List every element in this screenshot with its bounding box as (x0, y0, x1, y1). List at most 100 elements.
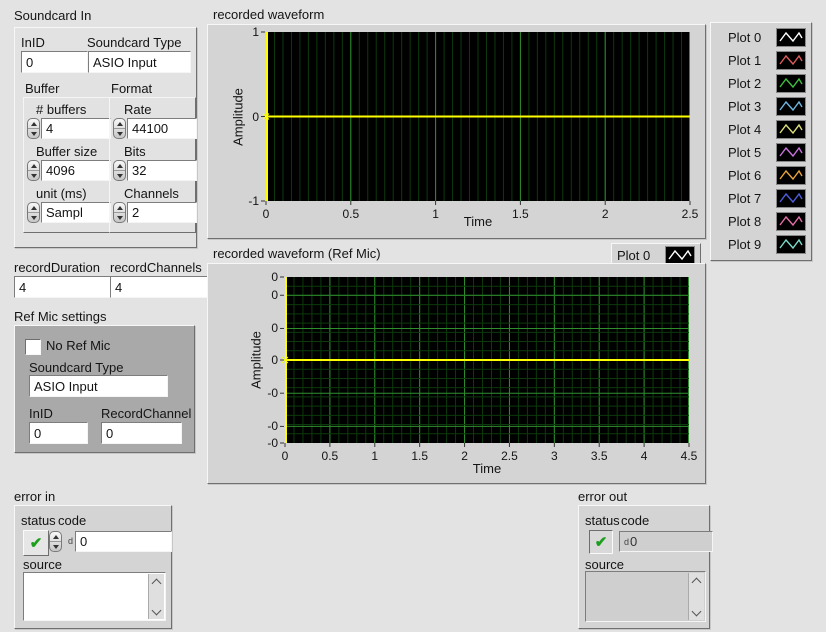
legend-item-label: Plot 4 (728, 122, 770, 137)
decrement-button[interactable] (114, 129, 125, 138)
scrollbar[interactable] (688, 573, 704, 620)
rate-spinner[interactable] (113, 118, 126, 139)
legend-item[interactable]: Plot 6 (711, 164, 811, 187)
buffer-size-input[interactable]: 4096 (41, 160, 111, 181)
legend-item[interactable]: Plot 0 (711, 26, 811, 49)
soundcard-type-input[interactable]: ASIO Input (88, 51, 191, 73)
error-in-source-input[interactable] (23, 572, 166, 621)
error-in-source-label: source (23, 557, 62, 572)
recorded-waveform-ref-mic-graph: Amplitude Time 00.511.522.533.544.50000-… (207, 263, 706, 484)
waveform-icon (776, 28, 806, 47)
x-tick-label: 3.5 (591, 449, 608, 463)
decrement-button[interactable] (50, 542, 61, 551)
legend-item[interactable]: Plot 1 (711, 49, 811, 72)
error-out-status-checkmark: ✔ (589, 530, 613, 554)
checkmark-icon: ✔ (595, 533, 608, 551)
graph2-plot-area (285, 277, 689, 443)
increment-button[interactable] (28, 203, 39, 213)
x-tick-label: 1 (371, 449, 378, 463)
error-in-title: error in (14, 489, 55, 504)
soundcard-in-cluster: InID 0 Soundcard Type ASIO Input Buffer … (14, 27, 197, 248)
y-tick-label: 0 (271, 353, 278, 367)
waveform-icon (776, 166, 806, 185)
increment-button[interactable] (28, 119, 39, 129)
x-tick-label: 2.5 (682, 207, 699, 221)
error-in-code-label: code (58, 513, 86, 528)
error-in-code-input[interactable]: 0 (75, 531, 172, 552)
legend-item-label: Plot 7 (728, 191, 770, 206)
waveform-icon (665, 246, 695, 265)
buffer-size-spinner[interactable] (27, 160, 40, 181)
x-tick-label: 1 (432, 207, 439, 221)
scroll-up-button[interactable] (689, 573, 704, 587)
legend-item-label: Plot 3 (728, 99, 770, 114)
no-ref-mic-label: No Ref Mic (46, 338, 110, 353)
unit-ms-input[interactable]: Sampl (41, 202, 111, 223)
waveform-icon (776, 120, 806, 139)
error-in-status-checkmark[interactable]: ✔ (23, 530, 49, 556)
rate-input[interactable]: 44100 (127, 118, 197, 139)
unit-ms-value: Sampl (46, 205, 83, 220)
increment-button[interactable] (114, 203, 125, 213)
ref-soundcard-type-input[interactable]: ASIO Input (29, 375, 168, 397)
legend-item[interactable]: Plot 8 (711, 210, 811, 233)
increment-button[interactable] (28, 161, 39, 171)
y-tick-label: -0 (267, 436, 278, 450)
decrement-button[interactable] (28, 129, 39, 138)
error-out-cluster: status ✔ code d 0 source (578, 505, 710, 629)
scroll-down-button[interactable] (689, 606, 704, 620)
x-tick-label: 1.5 (411, 449, 428, 463)
legend-item[interactable]: Plot 3 (711, 95, 811, 118)
record-channels-input[interactable]: 4 (110, 276, 210, 298)
legend-item[interactable]: Plot 9 (711, 233, 811, 256)
error-in-status-label: status (21, 513, 56, 528)
no-ref-mic-checkbox[interactable] (25, 339, 41, 355)
increment-button[interactable] (114, 161, 125, 171)
scrollbar[interactable] (148, 574, 164, 619)
graph2-xlabel: Time (473, 461, 501, 476)
num-buffers-value: 4 (46, 121, 53, 136)
channels-value: 2 (132, 205, 139, 220)
increment-button[interactable] (50, 532, 61, 542)
legend-item[interactable]: Plot 2 (711, 72, 811, 95)
legend-item[interactable]: Plot 4 (711, 118, 811, 141)
x-tick-label: 0 (282, 449, 289, 463)
recorded-waveform-graph: Amplitude Time 00.511.522.510-1 (207, 24, 706, 239)
format-title: Format (111, 81, 152, 96)
waveform-icon (776, 51, 806, 70)
bits-input[interactable]: 32 (127, 160, 197, 181)
error-in-code-spinner[interactable] (49, 531, 62, 552)
x-tick-label: 0.5 (322, 449, 339, 463)
decrement-button[interactable] (114, 171, 125, 180)
unit-ms-spinner[interactable] (27, 202, 40, 223)
record-channels-label: recordChannels (110, 260, 202, 275)
bits-label: Bits (124, 144, 146, 159)
legend-item[interactable]: Plot 7 (711, 187, 811, 210)
channels-spinner[interactable] (113, 202, 126, 223)
ref-soundcard-type-value: ASIO Input (34, 379, 98, 394)
graph2-title: recorded waveform (Ref Mic) (213, 246, 381, 261)
record-duration-input[interactable]: 4 (14, 276, 116, 298)
increment-button[interactable] (114, 119, 125, 129)
x-tick-label: 3 (551, 449, 558, 463)
legend-item-label: Plot 9 (728, 237, 770, 252)
graph1-ylabel: Amplitude (231, 88, 246, 146)
decrement-button[interactable] (28, 213, 39, 222)
num-buffers-spinner[interactable] (27, 118, 40, 139)
legend-item-label: Plot 2 (728, 76, 770, 91)
error-out-code-indicator: d 0 (619, 531, 713, 552)
bits-spinner[interactable] (113, 160, 126, 181)
buffer-size-value: 4096 (46, 163, 75, 178)
scroll-down-button[interactable] (149, 605, 164, 619)
graph2-ylabel: Amplitude (249, 331, 264, 389)
record-channel-input[interactable]: 0 (101, 422, 182, 444)
decrement-button[interactable] (28, 171, 39, 180)
inid-input[interactable]: 0 (21, 51, 88, 73)
legend-item[interactable]: Plot 5 (711, 141, 811, 164)
scroll-up-button[interactable] (149, 574, 164, 588)
ref-inid-input[interactable]: 0 (29, 422, 88, 444)
y-tick-label: 0 (252, 110, 259, 124)
num-buffers-input[interactable]: 4 (41, 118, 111, 139)
decrement-button[interactable] (114, 213, 125, 222)
channels-input[interactable]: 2 (127, 202, 197, 223)
